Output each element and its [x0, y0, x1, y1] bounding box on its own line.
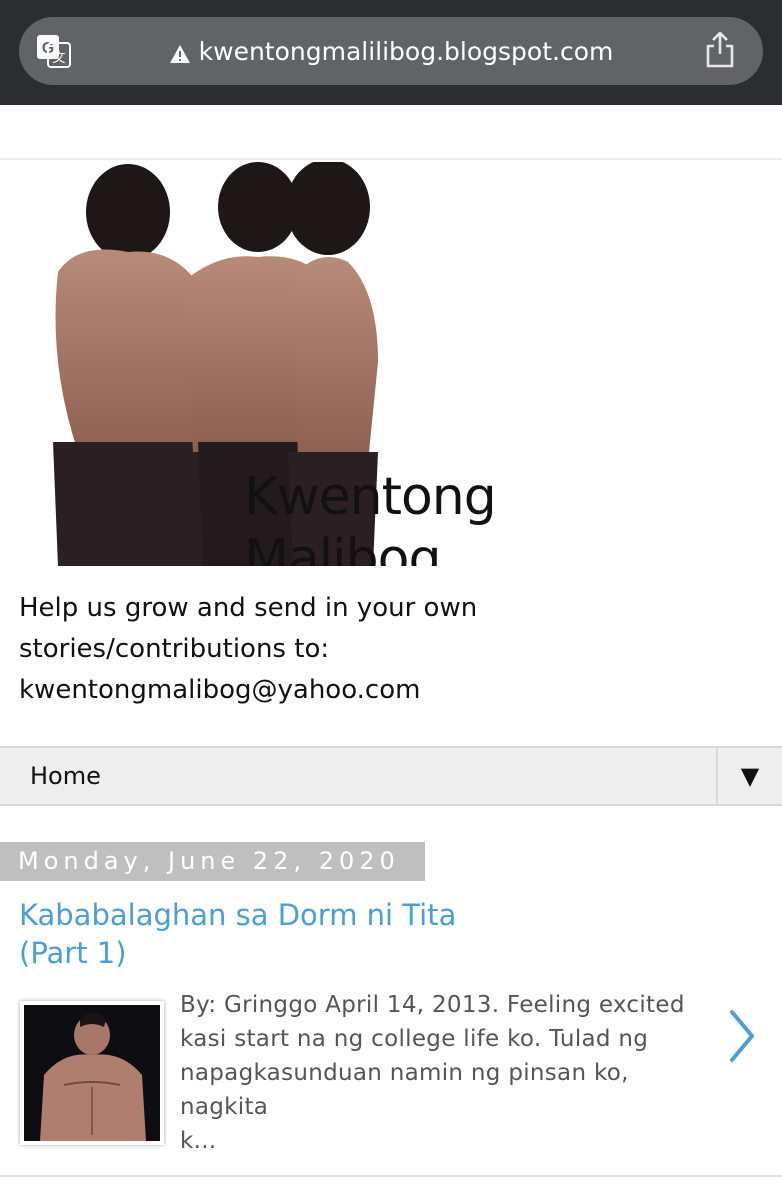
post-snippet: By: Gringgo April 14, 2013. Feeling exci…	[180, 988, 720, 1158]
post-title-link[interactable]: Kababalaghan sa Dorm ni Tita (Part 1)	[19, 896, 539, 972]
header-title-line2: Malibog	[244, 529, 441, 566]
address-bar[interactable]: G 文 kwentongmalilibog.blogspot.com	[19, 17, 763, 85]
post-title-line: (Part 1)	[19, 936, 127, 970]
post-thumbnail[interactable]	[20, 1001, 164, 1145]
browser-toolbar: G 文 kwentongmalilibog.blogspot.com	[0, 0, 782, 105]
post-divider	[0, 1175, 782, 1177]
page-divider	[0, 158, 782, 160]
url-text: kwentongmalilibog.blogspot.com	[198, 36, 614, 66]
next-arrow-icon[interactable]	[722, 1004, 762, 1068]
url-display[interactable]: kwentongmalilibog.blogspot.com	[19, 17, 763, 85]
thumbnail-photo	[24, 1005, 160, 1141]
description-line: stories/contributions to:	[19, 634, 330, 664]
blog-description: Help us grow and send in your own storie…	[19, 588, 579, 711]
header-image-title: Kwentong Malibog	[244, 466, 497, 566]
dropdown-arrow-icon: ▼	[740, 762, 760, 790]
nav-dropdown-toggle[interactable]: ▼	[716, 748, 782, 804]
nav-home-link[interactable]: Home	[30, 748, 101, 804]
blog-header-image[interactable]: Kwentong Malibog	[18, 162, 508, 566]
snippet-line: k...	[180, 1128, 217, 1154]
header-title-line1: Kwentong	[244, 467, 497, 527]
snippet-line: By: Gringgo April 14, 2013. Feeling exci…	[180, 992, 685, 1018]
warning-icon	[169, 41, 191, 63]
post-title-line: Kababalaghan sa Dorm ni Tita	[19, 898, 457, 932]
page-nav: Home ▼	[0, 746, 782, 806]
description-line: Help us grow and send in your own	[19, 593, 478, 623]
snippet-line: kasi start na ng college life ko. Tulad …	[180, 1026, 649, 1052]
share-icon[interactable]	[703, 30, 737, 70]
contact-email: kwentongmalibog@yahoo.com	[19, 675, 421, 705]
snippet-line: napagkasunduan namin ng pinsan ko, nagki…	[180, 1060, 629, 1120]
post-date-header: Monday, June 22, 2020	[0, 842, 425, 881]
